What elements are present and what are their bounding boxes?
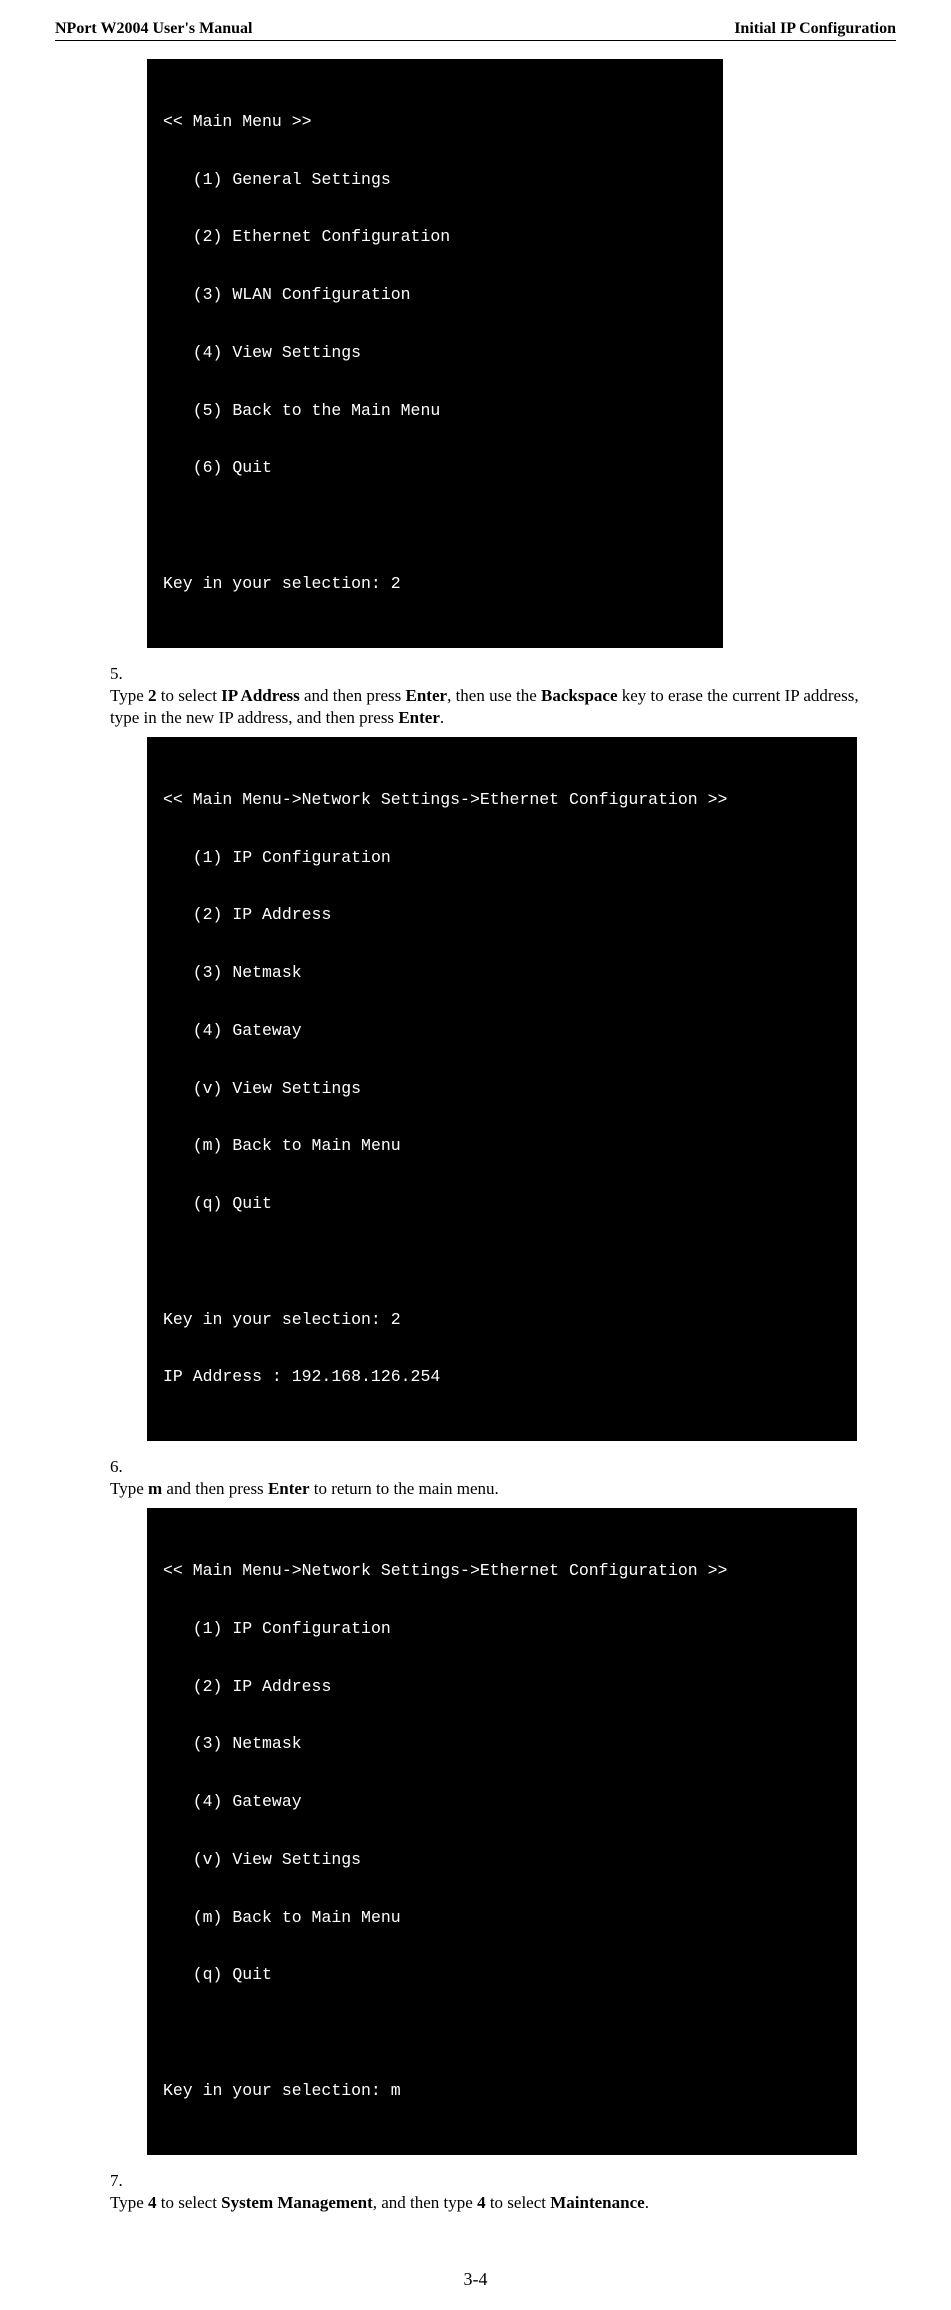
terminal-line: IP Address : 192.168.126.254	[163, 1363, 857, 1392]
terminal-ethernet-config-1: << Main Menu->Network Settings->Ethernet…	[147, 737, 857, 1441]
header-left: NPort W2004 User's Manual	[55, 20, 252, 38]
header-right: Initial IP Configuration	[734, 20, 896, 38]
step-number: 5.	[110, 663, 150, 685]
terminal-line: (1) IP Configuration	[163, 844, 857, 873]
page-number: 3-4	[55, 2269, 896, 2290]
terminal-line: (2) IP Address	[163, 901, 857, 930]
step-text: Type 4 to select System Management, and …	[110, 2192, 880, 2214]
terminal-line: (m) Back to Main Menu	[163, 1132, 857, 1161]
terminal-line: (1) General Settings	[163, 166, 723, 195]
step-text: Type 2 to select IP Address and then pre…	[110, 685, 880, 729]
step-text: Type m and then press Enter to return to…	[110, 1478, 880, 1500]
terminal-prompt: Key in your selection: m	[163, 2077, 857, 2106]
terminal-line: (1) IP Configuration	[163, 1615, 857, 1644]
terminal-line: (3) Netmask	[163, 959, 857, 988]
terminal-line: (2) Ethernet Configuration	[163, 223, 723, 252]
terminal-line: (q) Quit	[163, 1961, 857, 1990]
terminal-prompt: Key in your selection: 2	[163, 1306, 857, 1335]
terminal-main-menu: << Main Menu >> (1) General Settings (2)…	[147, 59, 723, 648]
step-5: 5. Type 2 to select IP Address and then …	[110, 663, 896, 729]
terminal-line: (2) IP Address	[163, 1673, 857, 1702]
terminal-line: (m) Back to Main Menu	[163, 1904, 857, 1933]
page-header: NPort W2004 User's Manual Initial IP Con…	[55, 20, 896, 41]
terminal-line: << Main Menu >>	[163, 108, 723, 137]
terminal-line: (3) WLAN Configuration	[163, 281, 723, 310]
terminal-line: (3) Netmask	[163, 1730, 857, 1759]
terminal-line: (6) Quit	[163, 454, 723, 483]
terminal-line: (4) View Settings	[163, 339, 723, 368]
step-6: 6. Type m and then press Enter to return…	[110, 1456, 896, 1500]
step-7: 7. Type 4 to select System Management, a…	[110, 2170, 896, 2214]
terminal-prompt: Key in your selection: 2	[163, 570, 723, 599]
terminal-line: << Main Menu->Network Settings->Ethernet…	[163, 786, 857, 815]
terminal-line: (v) View Settings	[163, 1846, 857, 1875]
step-number: 7.	[110, 2170, 150, 2192]
terminal-line: << Main Menu->Network Settings->Ethernet…	[163, 1557, 857, 1586]
terminal-line: (5) Back to the Main Menu	[163, 397, 723, 426]
terminal-line: (4) Gateway	[163, 1788, 857, 1817]
step-number: 6.	[110, 1456, 150, 1478]
terminal-line: (v) View Settings	[163, 1075, 857, 1104]
terminal-ethernet-config-2: << Main Menu->Network Settings->Ethernet…	[147, 1508, 857, 2154]
terminal-line: (4) Gateway	[163, 1017, 857, 1046]
terminal-line: (q) Quit	[163, 1190, 857, 1219]
